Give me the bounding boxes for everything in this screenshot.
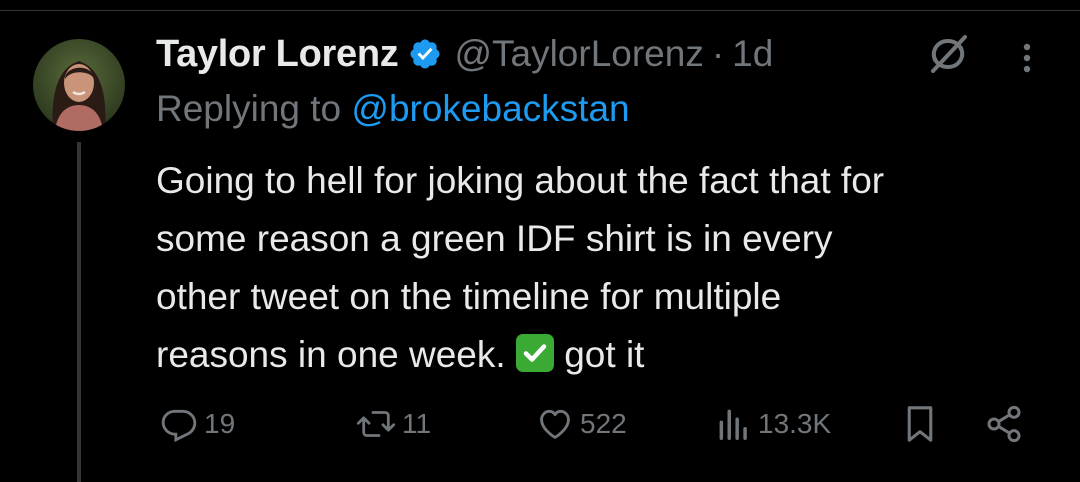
tweet-text-line: some reason a green IDF shirt is in ever… — [156, 218, 833, 259]
replying-to-handle[interactable]: @brokebackstan — [351, 88, 629, 129]
verified-badge-icon — [408, 37, 442, 71]
tweet-text-line: other tweet on the timeline for multiple — [156, 276, 782, 317]
heart-icon — [536, 405, 574, 443]
reply-button[interactable]: 19 — [160, 402, 235, 446]
repost-icon — [356, 405, 396, 443]
bookmark-icon — [904, 404, 936, 444]
repost-button[interactable]: 11 — [356, 402, 431, 446]
reply-icon — [160, 405, 198, 443]
check-mark-icon — [515, 334, 554, 372]
bookmark-button[interactable] — [904, 402, 936, 446]
tweet-text-line: reasons in one week. — [156, 334, 506, 375]
view-count: 13.3K — [758, 408, 832, 439]
tweet-text-last-line: reasons in one week. got it — [156, 326, 1056, 384]
grok-icon[interactable] — [927, 33, 969, 75]
repost-count: 11 — [402, 408, 432, 439]
like-button[interactable]: 522 — [536, 402, 627, 446]
action-bar: 19 11 522 13.3K — [0, 402, 1080, 446]
tweet-header: Taylor Lorenz @TaylorLorenz · 1d — [156, 30, 773, 78]
views-chart-icon — [716, 405, 752, 443]
author-handle[interactable]: @TaylorLorenz — [454, 33, 703, 75]
share-button[interactable] — [984, 402, 1024, 446]
more-vertical-icon[interactable] — [1014, 38, 1040, 78]
tweet-text: Going to hell for joking about the fact … — [156, 152, 1056, 384]
like-count: 522 — [580, 408, 627, 439]
avatar[interactable] — [33, 39, 125, 131]
views-button[interactable]: 13.3K — [716, 402, 831, 446]
replying-to-label: Replying to — [156, 88, 342, 129]
top-divider — [0, 10, 1080, 11]
separator-dot: · — [711, 33, 725, 74]
share-icon — [984, 404, 1024, 444]
tweet-text-line: Going to hell for joking about the fact … — [156, 160, 885, 201]
timestamp[interactable]: 1d — [732, 33, 773, 75]
author-name[interactable]: Taylor Lorenz — [156, 33, 399, 76]
tweet-text-tail: got it — [564, 334, 645, 375]
reply-count: 19 — [204, 408, 236, 439]
replying-to: Replying to @brokebackstan — [156, 88, 630, 130]
